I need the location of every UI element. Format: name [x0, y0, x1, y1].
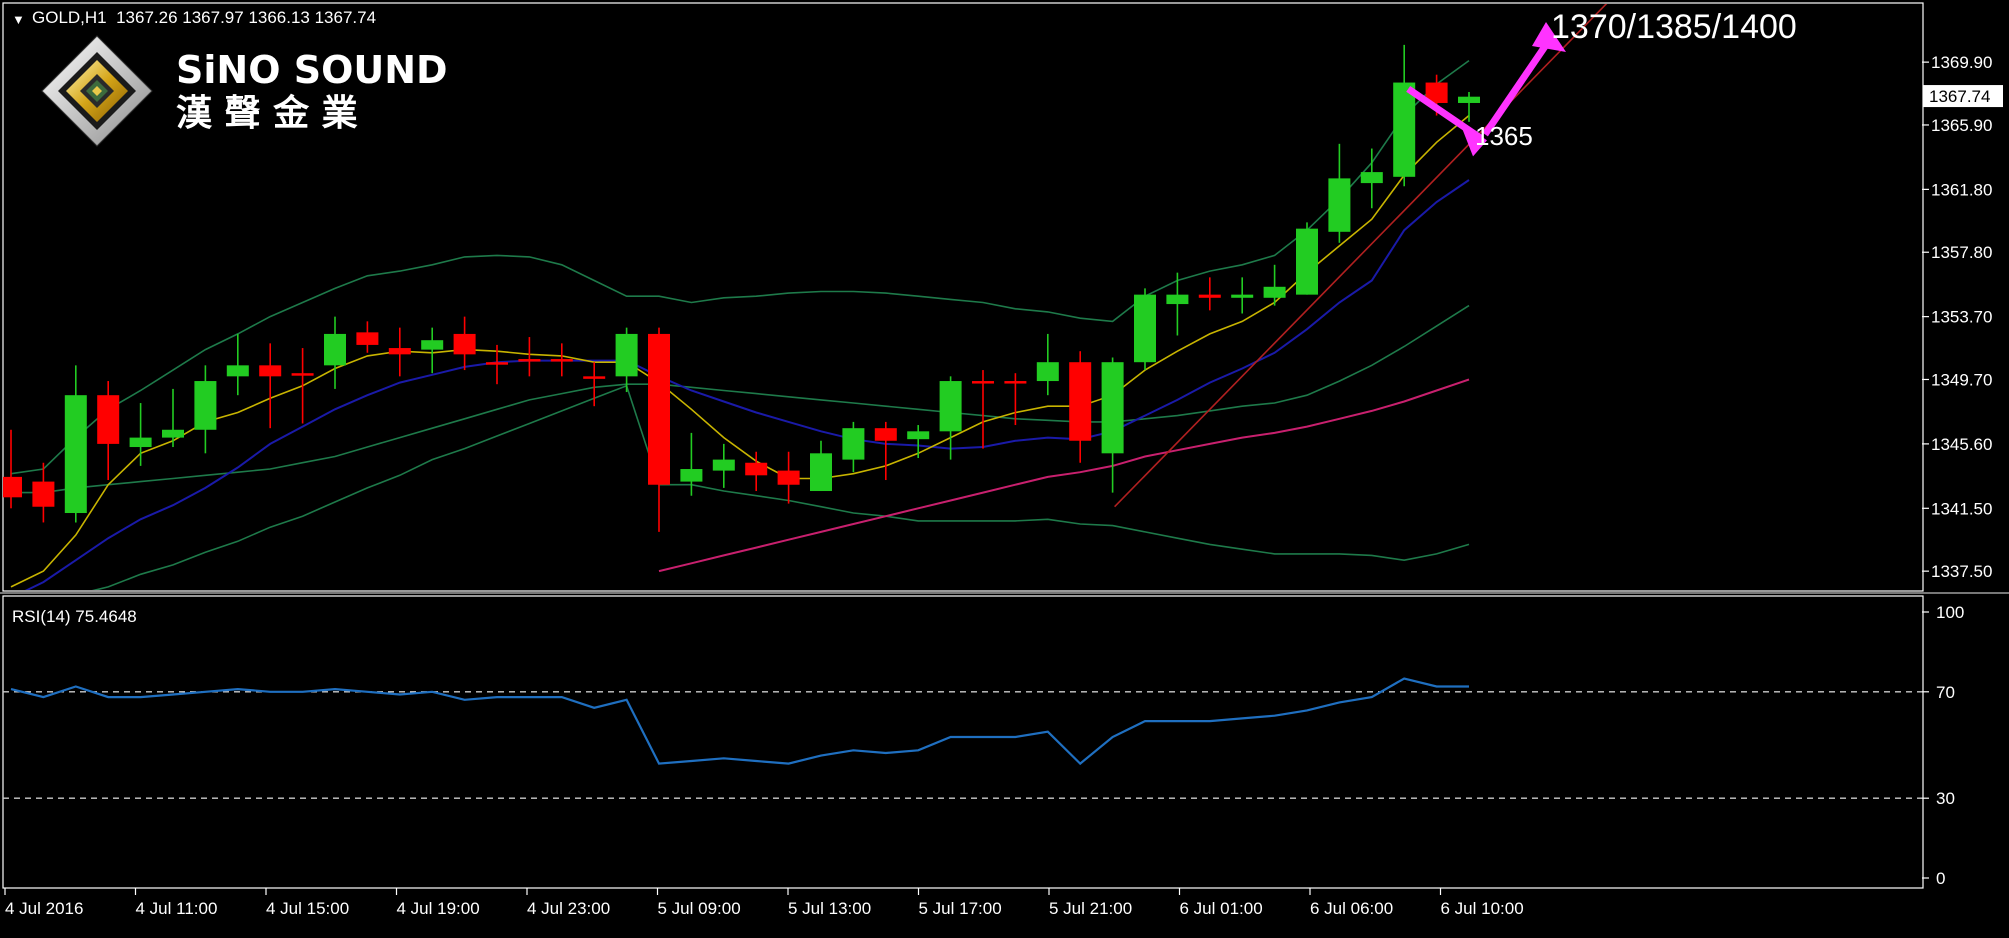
time-tick-label: 5 Jul 21:00	[1049, 899, 1132, 918]
candle-body	[583, 376, 606, 379]
price-tick-label: 1365.90	[1931, 116, 1992, 135]
candle-body	[615, 333, 638, 377]
candle-body	[162, 429, 184, 438]
candle-body	[842, 428, 865, 460]
candle-body	[324, 333, 346, 366]
candle-body	[1231, 294, 1254, 298]
rsi-title: RSI(14) 75.4648	[12, 607, 137, 626]
time-tick-label: 6 Jul 10:00	[1441, 899, 1524, 918]
candle-body	[1101, 362, 1124, 454]
candle-body	[810, 453, 832, 492]
candle-body	[1263, 286, 1286, 298]
time-tick-label: 4 Jul 2016	[5, 899, 83, 918]
price-tick-label: 1341.50	[1931, 499, 1992, 518]
price-tick-label: 1353.70	[1931, 308, 1992, 327]
candle-body	[1360, 172, 1383, 184]
candle-body	[777, 470, 800, 485]
candle-body	[486, 362, 508, 365]
candle	[1296, 222, 1318, 295]
candle-body	[1458, 96, 1480, 103]
symbol-dropdown-icon[interactable]: ▼	[12, 12, 25, 27]
support-level-label: 1365	[1475, 121, 1533, 151]
candle-body	[1069, 362, 1092, 441]
time-tick-label: 5 Jul 09:00	[658, 899, 741, 918]
time-tick-label: 4 Jul 11:00	[136, 899, 218, 918]
rsi-tick-label: 70	[1936, 683, 1955, 702]
candle-body	[907, 431, 930, 440]
candle-body	[939, 381, 962, 432]
candle-body	[518, 359, 541, 362]
candle-body	[356, 332, 379, 345]
logo-brand-english: SiNO SOUND	[176, 48, 448, 92]
chart-background	[0, 0, 2009, 938]
rsi-tick-label: 30	[1936, 789, 1955, 808]
candle-body	[226, 365, 249, 377]
candle-body	[259, 365, 282, 377]
candle-body	[972, 381, 994, 384]
candle-body	[648, 333, 670, 485]
symbol-header: GOLD,H1 1367.26 1367.97 1366.13 1367.74	[32, 8, 376, 27]
chart-canvas: 1370/1385/1400 1365 1369.90 1365.90 1361.80…	[0, 0, 2009, 938]
candle-body	[97, 395, 120, 444]
candle-body	[3, 476, 22, 498]
price-tick-label: 1369.90	[1931, 53, 1992, 72]
price-tick-label: 1349.70	[1931, 370, 1992, 389]
price-tick-label: 1337.50	[1931, 562, 1992, 581]
candle-body	[712, 459, 735, 471]
rsi-tick-label: 0	[1936, 869, 1945, 888]
candle-body	[388, 348, 411, 355]
candle-body	[1328, 178, 1351, 232]
time-tick-label: 5 Jul 13:00	[788, 899, 871, 918]
candle	[1134, 288, 1156, 371]
candle-body	[1036, 362, 1059, 382]
target-levels-label: 1370/1385/1400	[1551, 8, 1797, 46]
candle-body	[745, 462, 768, 476]
time-tick-label: 4 Jul 15:00	[266, 899, 349, 918]
candle-body	[194, 381, 217, 430]
candle-body	[1166, 294, 1189, 305]
candle-body	[1134, 294, 1156, 363]
logo-brand-chinese: 漢 聲 金 業	[176, 92, 358, 134]
price-tick-label: 1345.60	[1931, 435, 1992, 454]
candle-body	[32, 481, 55, 507]
time-tick-label: 5 Jul 17:00	[919, 899, 1002, 918]
rsi-tick-label: 100	[1936, 603, 1964, 622]
candle-body	[421, 340, 444, 350]
time-tick-label: 4 Jul 19:00	[397, 899, 480, 918]
candle-body	[680, 469, 703, 482]
time-tick-label: 6 Jul 01:00	[1180, 899, 1263, 918]
candle-body	[291, 373, 314, 376]
price-axis: 1369.90 1365.90 1361.80 1357.80 1353.70 1349.…	[1922, 53, 2003, 581]
candle-body	[129, 437, 152, 448]
price-tick-label: 1357.80	[1931, 243, 1992, 262]
price-tick-label: 1361.80	[1931, 180, 1992, 199]
candle-body	[1393, 82, 1416, 177]
candle-body	[1198, 294, 1221, 298]
candle-body	[874, 428, 897, 441]
time-tick-label: 4 Jul 23:00	[527, 899, 610, 918]
candle-body	[64, 395, 87, 514]
candle-body	[453, 333, 476, 355]
candle-body	[1296, 228, 1318, 295]
candle-body	[550, 359, 573, 362]
current-price-label: 1367.74	[1929, 87, 1990, 106]
candle-body	[1004, 381, 1027, 384]
time-tick-label: 6 Jul 06:00	[1310, 899, 1393, 918]
